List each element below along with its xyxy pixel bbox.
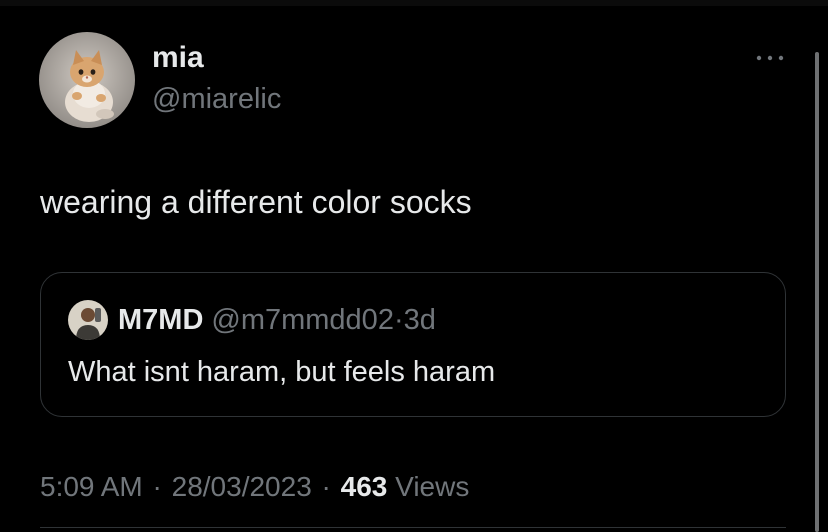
scrollbar[interactable] (815, 52, 819, 532)
quote-separator: · (393, 304, 404, 336)
more-dots-icon (756, 55, 784, 61)
quote-handle[interactable]: @m7mmdd02 (211, 304, 394, 336)
quote-display-name[interactable]: M7MD (118, 304, 203, 336)
quote-text: What isnt haram, but feels haram (68, 356, 496, 388)
views-label: Views (395, 471, 470, 502)
meta-separator-2: · (321, 471, 331, 502)
author-display-name[interactable]: mia (152, 39, 204, 77)
quoted-tweet-card[interactable]: M7MD @m7mmdd02·3d What isnt haram, but fe… (40, 272, 786, 417)
person-avatar-icon (68, 300, 108, 340)
tweet-time[interactable]: 5:09 AM (40, 471, 143, 502)
tweet-meta: 5:09 AM · 28/03/2023 · 463 Views (40, 468, 469, 506)
divider (40, 527, 786, 528)
quote-timestamp[interactable]: 3d (404, 304, 436, 336)
meta-separator-1: · (152, 471, 162, 502)
tweet-date[interactable]: 28/03/2023 (172, 471, 312, 502)
quote-author-avatar[interactable] (68, 300, 108, 340)
quote-header: M7MD @m7mmdd02·3d (118, 302, 436, 338)
author-handle[interactable]: @miarelic (152, 80, 281, 118)
kitten-avatar-icon (39, 32, 135, 128)
top-strip (0, 0, 828, 6)
tweet-text: wearing a different color socks (40, 184, 472, 220)
more-options-button[interactable] (752, 46, 788, 70)
author-avatar[interactable] (39, 32, 135, 128)
views-count[interactable]: 463 (341, 471, 388, 502)
